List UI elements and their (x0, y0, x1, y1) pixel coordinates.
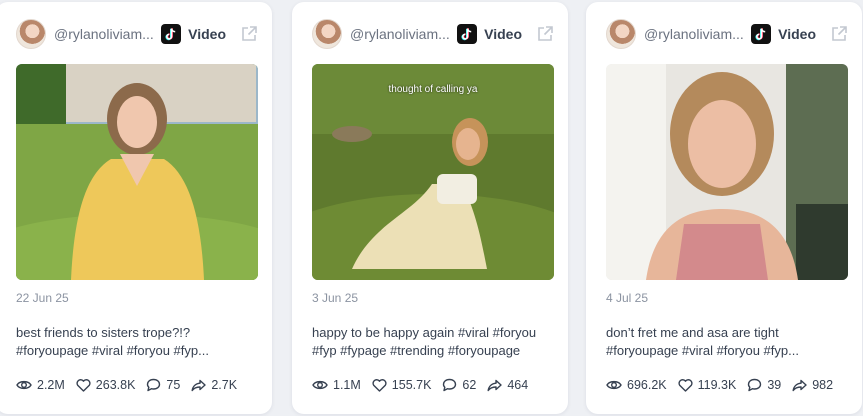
video-thumbnail[interactable] (606, 64, 848, 280)
creator-handle[interactable]: @rylanoliviam... (350, 26, 450, 42)
platform-label: Video (778, 26, 816, 42)
platform-label: Video (484, 26, 522, 42)
thumbnail-caption: thought of calling ya (388, 84, 478, 95)
post-date: 3 Jun 25 (312, 291, 359, 305)
platform-badge: Video (457, 24, 554, 44)
caption-line: happy to be happy again #viral #foryou (312, 325, 537, 340)
likes-count: 263.8K (95, 378, 136, 392)
comments-count: 75 (166, 378, 181, 392)
post-date: 22 Jun 25 (16, 291, 69, 305)
post-caption: happy to be happy again #viral #foryou #… (312, 324, 554, 360)
views-stat: 1.1M (312, 378, 361, 392)
post-caption: best friends to sisters trope?!? #foryou… (16, 324, 258, 360)
caption-line: don’t fret me and asa are tight (606, 325, 779, 340)
views-stat: 696.2K (606, 378, 667, 392)
card-header: @rylanoliviam... Video (312, 18, 554, 50)
views-count: 1.1M (333, 378, 361, 392)
card-header: @rylanoliviam... Video (16, 18, 258, 50)
shares-stat: 982 (792, 378, 833, 392)
share-icon (191, 379, 207, 391)
creator-handle[interactable]: @rylanoliviam... (54, 26, 154, 42)
likes-stat: 119.3K (678, 378, 737, 392)
comment-icon (748, 378, 762, 392)
avatar[interactable] (606, 19, 636, 49)
comments-count: 39 (767, 378, 782, 392)
creator-handle[interactable]: @rylanoliviam... (644, 26, 744, 42)
platform-badge: Video (751, 24, 848, 44)
eye-icon (312, 380, 328, 390)
eye-icon (16, 380, 32, 390)
heart-icon (76, 378, 91, 392)
likes-stat: 155.7K (372, 378, 432, 392)
tiktok-icon (161, 24, 182, 44)
likes-count: 119.3K (697, 378, 737, 392)
likes-count: 155.7K (391, 378, 432, 392)
engagement-stats: 1.1M 155.7K 62 464 (312, 378, 558, 392)
platform-badge: Video (161, 24, 258, 44)
platform-label: Video (188, 26, 226, 42)
comments-count: 62 (462, 378, 477, 392)
views-count: 696.2K (627, 378, 667, 392)
likes-stat: 263.8K (76, 378, 136, 392)
caption-line: best friends to sisters trope?!? (16, 325, 191, 340)
shares-count: 2.7K (211, 378, 238, 392)
post-caption: don’t fret me and asa are tight #foryoup… (606, 324, 848, 360)
post-card[interactable]: @rylanoliviam... Video 22 Jun 25 best fr… (0, 2, 272, 414)
engagement-stats: 696.2K 119.3K 39 982 (606, 378, 852, 392)
comments-stat: 75 (146, 378, 180, 392)
video-thumbnail[interactable]: thought of calling ya (312, 64, 554, 280)
comments-stat: 62 (442, 378, 476, 392)
shares-stat: 464 (487, 378, 528, 392)
views-count: 2.2M (37, 378, 65, 392)
avatar[interactable] (16, 19, 46, 49)
avatar[interactable] (312, 19, 342, 49)
caption-hashtags: #fyp #fypage #trending #foryoupage (312, 343, 521, 358)
share-icon (487, 379, 503, 391)
tiktok-icon (751, 24, 772, 44)
tiktok-icon (457, 24, 478, 44)
heart-icon (372, 378, 387, 392)
views-stat: 2.2M (16, 378, 65, 392)
external-link-icon[interactable] (240, 25, 258, 43)
external-link-icon[interactable] (536, 25, 554, 43)
post-card[interactable]: @rylanoliviam... Video thought of callin… (292, 2, 568, 414)
card-header: @rylanoliviam... Video (606, 18, 848, 50)
heart-icon (678, 378, 693, 392)
shares-count: 982 (812, 378, 834, 392)
shares-count: 464 (507, 378, 529, 392)
caption-hashtags: #foryoupage #viral #foryou #fyp... (16, 343, 209, 358)
caption-hashtags: #foryoupage #viral #foryou #fyp... (606, 343, 799, 358)
eye-icon (606, 380, 622, 390)
comment-icon (147, 378, 161, 392)
engagement-stats: 2.2M 263.8K 75 2.7K (16, 378, 262, 392)
shares-stat: 2.7K (191, 378, 237, 392)
external-link-icon[interactable] (830, 25, 848, 43)
comments-stat: 39 (747, 378, 781, 392)
share-icon (792, 379, 807, 391)
video-thumbnail[interactable] (16, 64, 258, 280)
post-card[interactable]: @rylanoliviam... Video 4 Jul 25 don’t fr… (586, 2, 862, 414)
comment-icon (443, 378, 457, 392)
post-date: 4 Jul 25 (606, 291, 649, 305)
